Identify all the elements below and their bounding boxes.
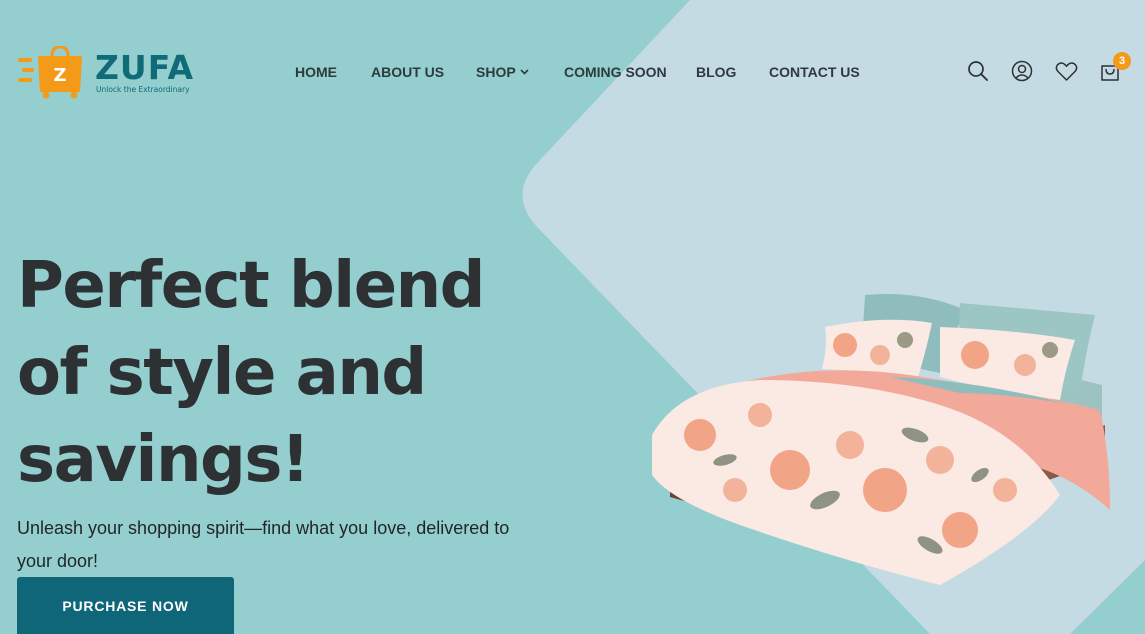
hero-title-line-2: of style and: [17, 336, 427, 410]
hero-title-line-1: Perfect blend: [17, 249, 485, 323]
header-actions: [0, 58, 1145, 88]
site-header: Z ZUFA Unlock the Extraordinary HOME ABO…: [0, 0, 1145, 140]
hero-title-line-3: savings!: [17, 423, 310, 497]
user-icon[interactable]: [1009, 58, 1035, 84]
hero-title: Perfect blend of style and savings!: [17, 243, 537, 504]
page: Z ZUFA Unlock the Extraordinary HOME ABO…: [0, 0, 1145, 634]
heart-icon[interactable]: [1053, 58, 1079, 84]
search-icon[interactable]: [965, 58, 991, 84]
hero-subtitle: Unleash your shopping spirit—find what y…: [17, 518, 510, 571]
bed-with-floral-bedding-image: [652, 294, 1110, 585]
cart-count-badge: 3: [1113, 52, 1131, 70]
purchase-now-button[interactable]: PURCHASE NOW: [17, 577, 234, 634]
